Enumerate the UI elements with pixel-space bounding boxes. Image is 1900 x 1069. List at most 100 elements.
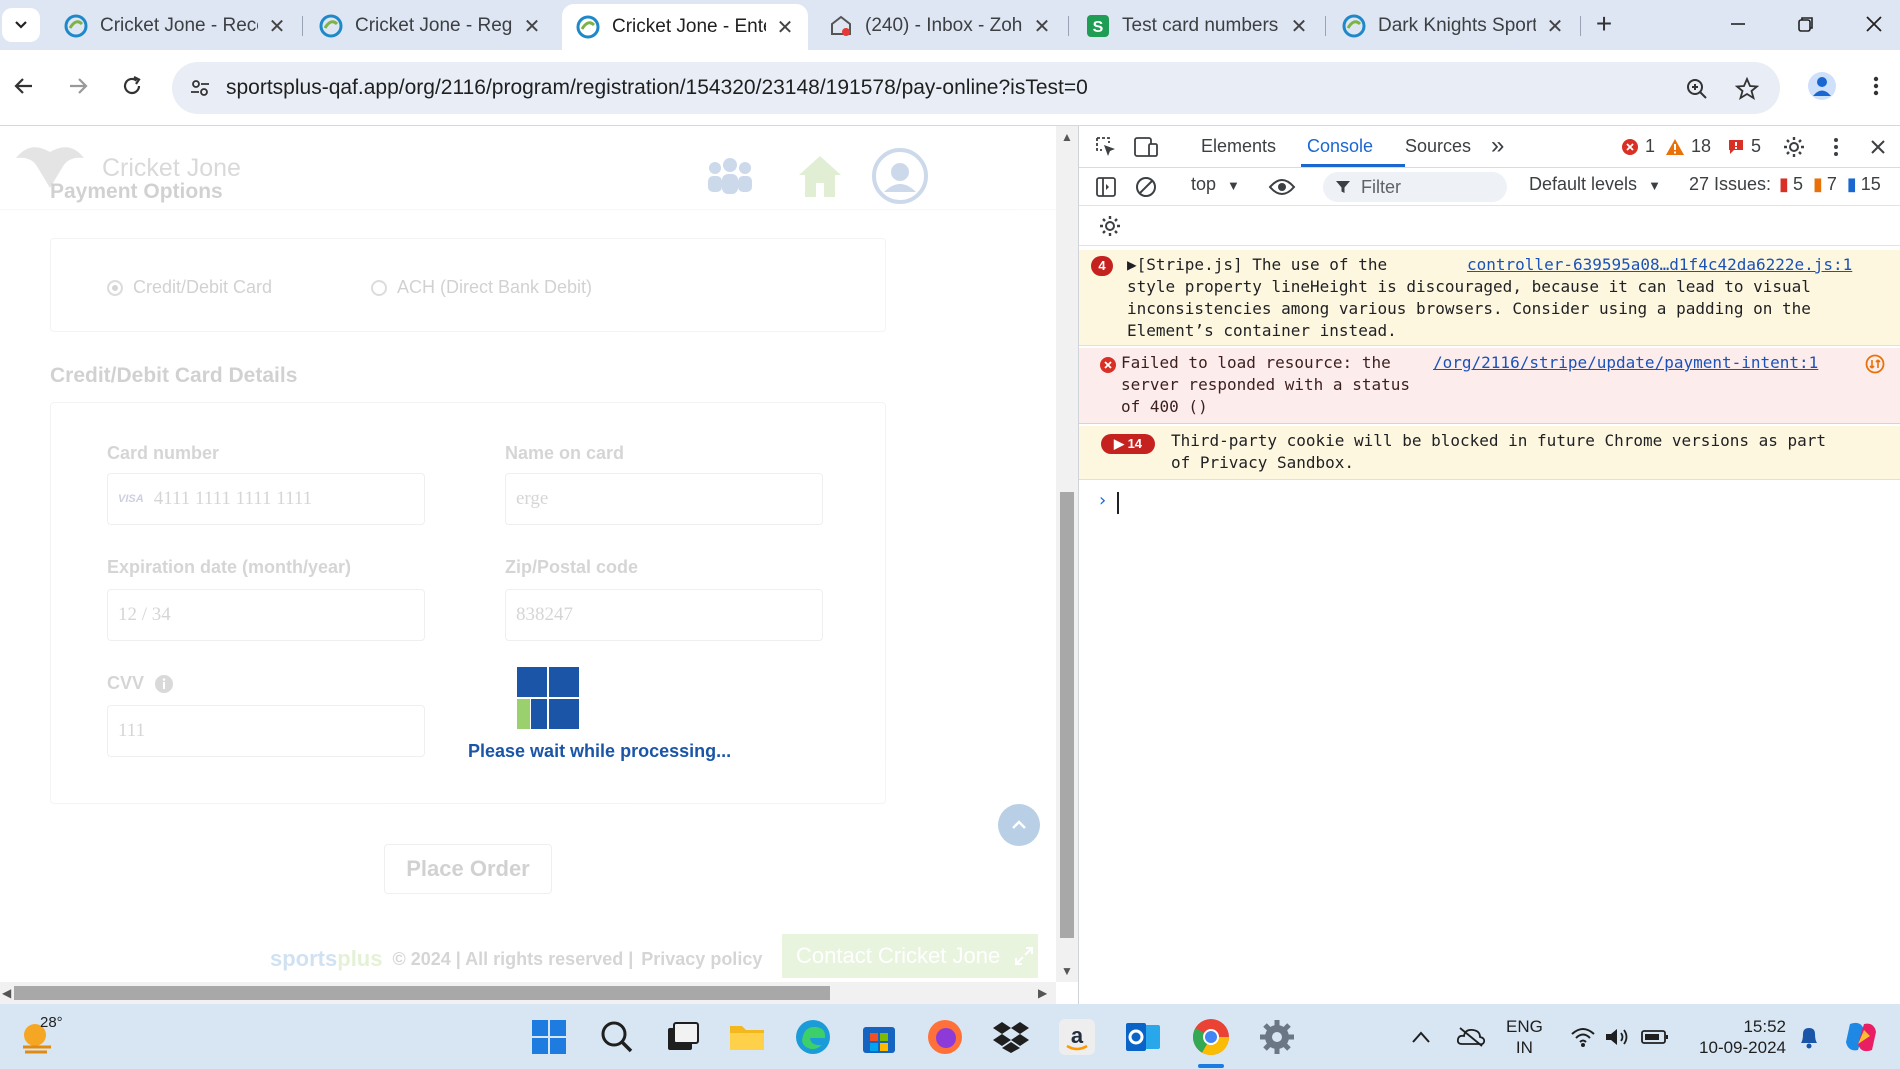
cvv-input[interactable]: 111 [107,705,425,757]
amazon-button[interactable]: a [1056,1016,1098,1058]
minimize-button[interactable] [1708,0,1768,48]
postal-code-input[interactable]: 838247 [505,589,823,641]
back-button[interactable] [4,66,44,106]
close-icon[interactable]: ✕ [1288,15,1310,38]
close-icon[interactable]: ✕ [521,15,543,38]
context-select[interactable]: top ▼ [1191,174,1240,195]
tab-search-button[interactable] [2,8,40,42]
settings-button[interactable] [1256,1016,1298,1058]
warning-count-badge[interactable]: 18 [1665,136,1711,157]
scroll-to-top-button[interactable] [998,804,1040,846]
bookmark-star-icon[interactable] [1732,74,1762,104]
restore-button[interactable] [1776,0,1836,48]
language-indicator[interactable]: ENG IN [1506,1016,1543,1058]
user-avatar[interactable] [870,148,930,204]
console-settings-button[interactable] [1095,211,1125,241]
message-source-link[interactable]: /org/2116/stripe/update/payment-intent:1 [1433,352,1818,374]
onedrive-status[interactable] [1450,1016,1492,1058]
zoom-icon[interactable] [1682,74,1712,104]
battery-icon[interactable] [1634,1016,1676,1058]
browser-tab-2[interactable]: Cricket Jone - Regi ✕ [305,6,555,46]
card-number-input[interactable]: VISA 4111 1111 1111 1111 [107,473,425,525]
log-levels-select[interactable]: Default levels ▼ [1529,174,1661,195]
radio-ach[interactable]: ACH (Direct Bank Debit) [371,277,592,298]
file-explorer-button[interactable] [726,1016,768,1058]
tab-sources[interactable]: Sources [1405,136,1471,157]
browser-menu-button[interactable] [1856,66,1896,106]
name-on-card-input[interactable]: erge [505,473,823,525]
home-icon[interactable] [790,150,850,202]
radio-credit-card[interactable]: Credit/Debit Card [107,277,272,298]
devtools-more-button[interactable] [1821,132,1851,162]
site-info-icon[interactable] [184,72,216,104]
task-view-button[interactable] [662,1016,704,1058]
browser-tab-3-active[interactable]: Cricket Jone - Ente ✕ [562,4,808,50]
console-input-caret[interactable] [1117,492,1119,514]
close-icon[interactable]: ✕ [1031,15,1053,38]
browser-tab-5[interactable]: S Test card numbers ✕ [1072,6,1322,46]
outlook-button[interactable] [1122,1016,1164,1058]
info-count-badge[interactable]: 5 [1727,136,1761,157]
expiration-input[interactable]: 12 / 34 [107,589,425,641]
clock[interactable]: 15:52 10-09-2024 [1690,1016,1786,1058]
message-source-link[interactable]: controller-639595a08…d1f4c42da6222e.js:1 [1467,254,1852,276]
issues-counter[interactable]: 27 Issues: ▮ 5 ▮ 7 ▮ 15 [1689,174,1881,195]
scroll-down-arrow-icon[interactable]: ▼ [1061,964,1073,978]
horizontal-scrollbar[interactable]: ◀ ▶ [0,982,1056,1004]
devtools-settings-button[interactable] [1779,132,1809,162]
microsoft-store-button[interactable] [858,1016,900,1058]
team-icon[interactable] [700,150,760,202]
vertical-scroll-thumb[interactable] [1060,492,1074,938]
forward-button[interactable] [58,66,98,106]
scroll-up-arrow-icon[interactable]: ▲ [1061,130,1073,144]
copilot-button[interactable] [1840,1016,1882,1058]
vertical-scrollbar[interactable]: ▲ ▼ [1056,126,1078,982]
firefox-button[interactable] [924,1016,966,1058]
notifications-button[interactable] [1788,1016,1830,1058]
info-icon[interactable] [154,674,174,694]
contact-button[interactable]: Contact Cricket Jone [782,934,1038,978]
horizontal-scroll-thumb[interactable] [14,986,830,1000]
tab-console[interactable]: Console [1307,136,1373,157]
clear-console-icon[interactable] [1131,172,1161,202]
dropbox-button[interactable] [990,1016,1032,1058]
search-button[interactable] [596,1016,638,1058]
sidebar-toggle-icon[interactable] [1091,172,1121,202]
console-message-error[interactable]: Failed to load resource: the server resp… [1079,348,1900,424]
show-hidden-icons-button[interactable] [1400,1016,1442,1058]
browser-toolbar: sportsplus-qaf.app/org/2116/program/regi… [0,50,1900,126]
inspect-element-icon[interactable] [1091,132,1121,162]
arrow-left-icon [14,78,32,94]
volume-icon[interactable] [1596,1016,1638,1058]
reload-button[interactable] [112,66,152,106]
tab-elements[interactable]: Elements [1201,136,1276,157]
more-tabs-button[interactable]: » [1491,132,1504,160]
privacy-policy-link[interactable]: Privacy policy [641,949,762,970]
card-number-value: 4111 1111 1111 1111 [153,488,313,509]
console-message-warning-cookie[interactable]: ▶ 14 Third-party cookie will be blocked … [1079,426,1900,480]
start-button[interactable] [528,1016,570,1058]
scroll-left-arrow-icon[interactable]: ◀ [2,986,11,1000]
scroll-right-arrow-icon[interactable]: ▶ [1038,986,1047,1000]
network-request-icon[interactable] [1865,354,1885,374]
console-filter-input[interactable]: Filter [1323,172,1507,202]
browser-tab-6[interactable]: Dark Knights Sport ✕ [1328,6,1578,46]
address-bar[interactable]: sportsplus-qaf.app/org/2116/program/regi… [172,62,1780,114]
close-icon[interactable]: ✕ [1544,15,1566,38]
new-tab-button[interactable]: + [1588,8,1620,40]
error-count-badge[interactable]: 1 [1621,136,1655,157]
browser-tab-1[interactable]: Cricket Jone - Rece ✕ [50,6,300,46]
devtools-close-button[interactable] [1863,132,1893,162]
close-window-button[interactable] [1844,0,1900,48]
chrome-button-active[interactable] [1190,1016,1232,1058]
close-icon[interactable]: ✕ [774,16,796,39]
dropbox-icon [993,1022,1029,1053]
console-message-warning-stripe[interactable]: 4 ▶[Stripe.js] The use of the style prop… [1079,250,1900,346]
profile-avatar[interactable] [1802,66,1842,106]
place-order-button[interactable]: Place Order [384,844,552,894]
browser-tab-4[interactable]: (240) - Inbox - Zoh ✕ [815,6,1065,46]
device-toolbar-icon[interactable] [1131,132,1161,162]
live-expression-eye-icon[interactable] [1267,172,1297,202]
edge-browser-button[interactable] [792,1016,834,1058]
close-icon[interactable]: ✕ [266,15,288,38]
